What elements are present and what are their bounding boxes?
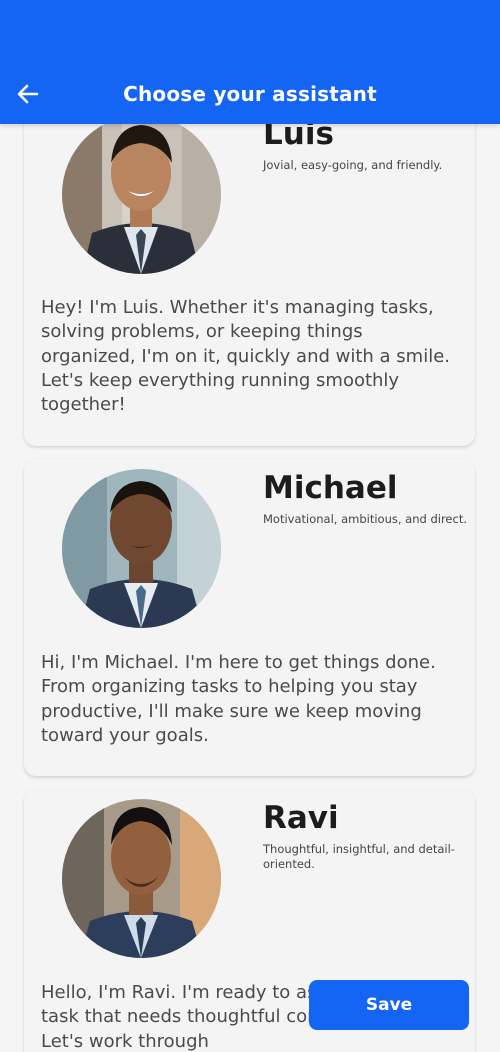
assistant-tagline: Jovial, easy-going, and friendly. bbox=[263, 158, 443, 172]
assistant-bio: Hey! I'm Luis. Whether it's managing tas… bbox=[41, 297, 450, 416]
app-bar: Choose your assistant bbox=[0, 0, 500, 124]
assistant-name: Michael bbox=[263, 470, 398, 506]
assistant-bio: Hi, I'm Michael. I'm here to get things … bbox=[41, 652, 436, 746]
avatar-ravi bbox=[62, 799, 221, 958]
save-button[interactable]: Save bbox=[309, 980, 469, 1030]
assistant-card-luis[interactable]: Luis Jovial, easy-going, and friendly. H… bbox=[24, 96, 475, 446]
assistant-tagline: Thoughtful, insightful, and detail-orien… bbox=[263, 842, 455, 871]
avatar-michael bbox=[62, 469, 221, 628]
avatar-luis bbox=[62, 115, 221, 274]
assistant-picker-screen: Luis Jovial, easy-going, and friendly. H… bbox=[0, 0, 500, 1052]
assistant-card-michael[interactable]: Michael Motivational, ambitious, and dir… bbox=[24, 459, 475, 776]
assistant-tagline: Motivational, ambitious, and direct. bbox=[263, 512, 467, 526]
assistant-list[interactable]: Luis Jovial, easy-going, and friendly. H… bbox=[0, 0, 500, 1052]
page-title: Choose your assistant bbox=[123, 82, 377, 106]
assistant-name: Ravi bbox=[263, 800, 339, 836]
